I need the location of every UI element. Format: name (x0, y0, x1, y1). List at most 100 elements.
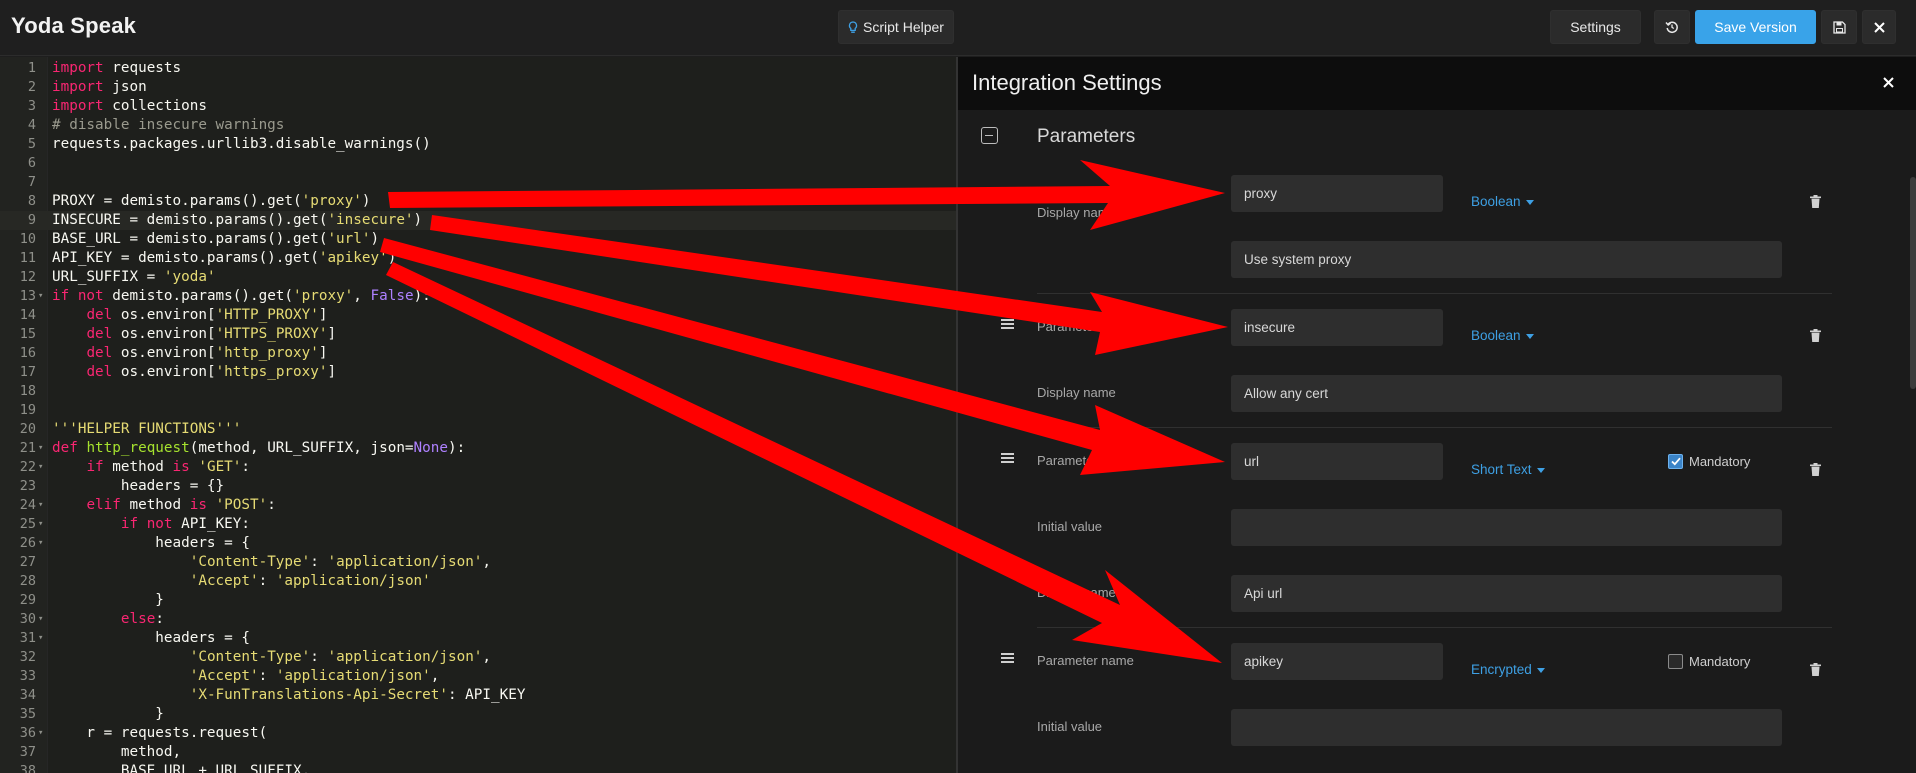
history-button[interactable] (1654, 10, 1690, 44)
code-line[interactable]: 24 ▾ elif method is 'POST': (0, 496, 956, 515)
code-line[interactable]: 10 BASE_URL = demisto.params().get('url') (0, 230, 956, 249)
param-apikey-name-input[interactable] (1231, 643, 1443, 680)
param-proxy-name-input[interactable] (1231, 175, 1443, 212)
fold-toggle-icon[interactable]: ▾ (38, 287, 43, 306)
param-url-name-input[interactable] (1231, 443, 1443, 480)
code-line[interactable]: 2 import json (0, 78, 956, 97)
trash-icon[interactable] (1810, 663, 1821, 676)
trash-icon[interactable] (1810, 329, 1821, 342)
fold-toggle-icon[interactable]: ▾ (38, 496, 43, 515)
param-url-mandatory-checkbox[interactable]: Mandatory (1668, 454, 1750, 469)
code-line[interactable]: 8 PROXY = demisto.params().get('proxy') (0, 192, 956, 211)
code-line[interactable]: 13 ▾ if not demisto.params().get('proxy', … (0, 287, 956, 306)
code-line[interactable]: 26 ▾ headers = { (0, 534, 956, 553)
code-line[interactable]: 22 ▾ if method is 'GET': (0, 458, 956, 477)
code-line[interactable]: 28 'Accept': 'application/json' (0, 572, 956, 591)
code-text: API_KEY = demisto.params().get('apikey') (52, 250, 397, 266)
save-button[interactable] (1821, 10, 1857, 44)
code-line[interactable]: 30 ▾ else: (0, 610, 956, 629)
panel-scrollbar[interactable] (1910, 177, 1916, 389)
drag-handle-icon[interactable] (1001, 453, 1014, 463)
fold-toggle-icon[interactable]: ▾ (38, 534, 43, 553)
code-line[interactable]: 25 ▾ if not API_KEY: (0, 515, 956, 534)
code-line[interactable]: 23 headers = {} (0, 477, 956, 496)
param-url-initial-input[interactable] (1231, 509, 1782, 546)
code-text: if method is 'GET': (86, 459, 251, 475)
fold-toggle-icon[interactable]: ▾ (38, 515, 43, 534)
code-line[interactable]: 18 (0, 382, 956, 401)
code-line[interactable]: 6 (0, 154, 956, 173)
save-version-button[interactable]: Save Version (1695, 10, 1816, 44)
code-line[interactable]: 14 del os.environ['HTTP_PROXY'] (0, 306, 956, 325)
code-line[interactable]: 35 } (0, 705, 956, 724)
code-line[interactable]: 34 'X-FunTranslations-Api-Secret': API_K… (0, 686, 956, 705)
code-line[interactable]: 11 API_KEY = demisto.params().get('apikey… (0, 249, 956, 268)
fold-toggle-icon[interactable]: ▾ (38, 458, 43, 477)
param-apikey-mandatory-checkbox[interactable]: Mandatory (1668, 654, 1750, 669)
parameter-name-label: Parameter name (1037, 653, 1134, 668)
line-number: 15 (19, 326, 36, 342)
save-version-label: Save Version (1714, 19, 1797, 35)
trash-icon[interactable] (1810, 195, 1821, 208)
param-apikey-type-select[interactable]: Encrypted (1471, 662, 1545, 677)
code-line[interactable]: 32 'Content-Type': 'application/json', (0, 648, 956, 667)
code-text: BASE_URL = demisto.params().get('url') (52, 231, 380, 247)
param-apikey-initial-input[interactable] (1231, 709, 1782, 746)
code-line[interactable]: 20 '''HELPER FUNCTIONS''' (0, 420, 956, 439)
param-proxy-display-input[interactable] (1231, 241, 1782, 278)
fold-toggle-icon[interactable]: ▾ (38, 439, 43, 458)
code-line[interactable]: 36 ▾ r = requests.request( (0, 724, 956, 743)
code-text: # disable insecure warnings (52, 117, 285, 133)
code-line[interactable]: 12 URL_SUFFIX = 'yoda' (0, 268, 956, 287)
code-text: r = requests.request( (52, 725, 268, 741)
code-text: requests.packages.urllib3.disable_warnin… (52, 136, 431, 152)
param-url-type-select[interactable]: Short Text (1471, 462, 1545, 477)
fold-toggle-icon[interactable]: ▾ (38, 610, 43, 629)
settings-button[interactable]: Settings (1550, 10, 1641, 44)
param-insecure-name-input[interactable] (1231, 309, 1443, 346)
code-text: PROXY = demisto.params().get('proxy') (52, 193, 371, 209)
line-number: 18 (19, 383, 36, 399)
code-text: BASE_URL + URL_SUFFIX, (52, 763, 311, 773)
code-line[interactable]: 21 ▾ def http_request(method, URL_SUFFIX, … (0, 439, 956, 458)
collapse-section-icon[interactable] (981, 127, 998, 144)
panel-close-button[interactable] (1883, 71, 1894, 94)
param-insecure-display-input[interactable] (1231, 375, 1782, 412)
code-line[interactable]: 1 import requests (0, 59, 956, 78)
code-line[interactable]: 3 import collections (0, 97, 956, 116)
code-line[interactable]: 9 INSECURE = demisto.params().get('insecu… (0, 211, 956, 230)
code-line[interactable]: 19 (0, 401, 956, 420)
code-editor[interactable]: 1 import requests 2 import json 3 import coll… (0, 57, 956, 773)
code-line[interactable]: 27 'Content-Type': 'application/json', (0, 553, 956, 572)
code-line[interactable]: 33 'Accept': 'application/json', (0, 667, 956, 686)
param-insecure-type-select[interactable]: Boolean (1471, 328, 1534, 343)
fold-toggle-icon[interactable]: ▾ (38, 629, 43, 648)
panel-title: Integration Settings (972, 70, 1162, 95)
lightbulb-icon (848, 20, 858, 33)
code-line[interactable]: 17 del os.environ['https_proxy'] (0, 363, 956, 382)
top-bar: Yoda Speak Script Helper Settings Save V… (0, 0, 1916, 56)
code-line[interactable]: 37 method, (0, 743, 956, 762)
line-number: 3 (27, 98, 36, 114)
fold-toggle-icon[interactable]: ▾ (38, 724, 43, 743)
script-helper-button[interactable]: Script Helper (838, 10, 954, 44)
drag-handle-icon[interactable] (1001, 319, 1014, 329)
code-text: del os.environ['https_proxy'] (86, 364, 337, 380)
close-editor-button[interactable] (1862, 10, 1896, 44)
trash-icon[interactable] (1810, 463, 1821, 476)
code-line[interactable]: 7 (0, 173, 956, 192)
drag-handle-icon[interactable] (1001, 653, 1014, 663)
code-line[interactable]: 38 BASE_URL + URL_SUFFIX, (0, 762, 956, 773)
floppy-disk-icon (1832, 20, 1846, 34)
code-line[interactable]: 16 del os.environ['http_proxy'] (0, 344, 956, 363)
code-line[interactable]: 29 } (0, 591, 956, 610)
caret-down-icon (1525, 199, 1534, 205)
caret-down-icon (1525, 333, 1534, 339)
param-proxy-type-select[interactable]: Boolean (1471, 194, 1534, 209)
code-line[interactable]: 4 # disable insecure warnings (0, 116, 956, 135)
param-url-display-input[interactable] (1231, 575, 1782, 612)
code-line[interactable]: 5 requests.packages.urllib3.disable_warni… (0, 135, 956, 154)
panel-header: Integration Settings (958, 57, 1916, 110)
code-line[interactable]: 31 ▾ headers = { (0, 629, 956, 648)
code-line[interactable]: 15 del os.environ['HTTPS_PROXY'] (0, 325, 956, 344)
